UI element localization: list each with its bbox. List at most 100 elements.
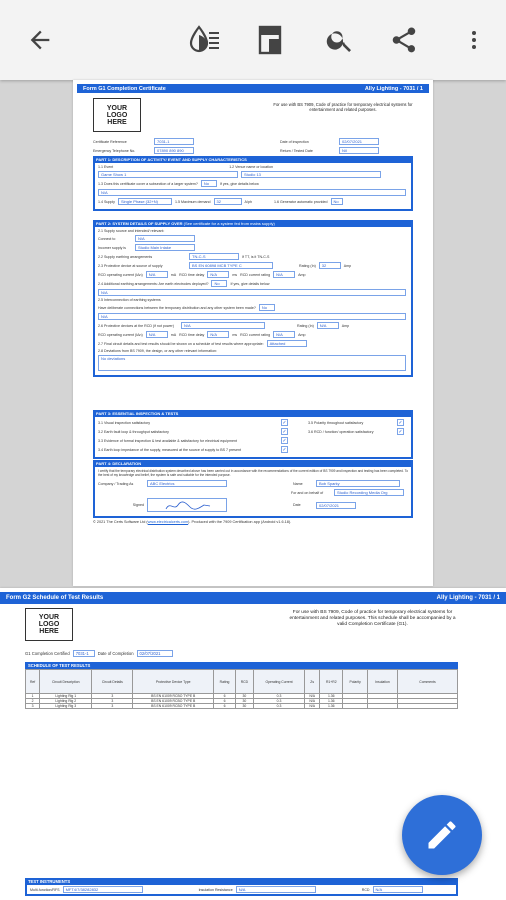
cell-polarity [342,703,368,709]
date-inspection-field[interactable]: 02/07/2021 [339,138,379,145]
test-3-5-checkbox[interactable]: ✓ [397,419,404,426]
logo-line-2: LOGO [106,111,128,119]
footer-link[interactable]: www.electricalcerts.com [148,520,189,524]
page-layout-button[interactable] [248,18,292,62]
results-field[interactable]: Attached [266,340,307,347]
connect-field[interactable]: N/A [135,235,195,242]
more-vert-icon [472,31,476,49]
instruments-section: TEST INSTRUMENTS Multi-function/RFS MFT4… [25,878,458,898]
event-field[interactable]: Game Show 1 [98,171,238,178]
cert-ref-field[interactable]: 7031-1 [154,138,194,145]
venue-field[interactable]: Studio 13 [241,171,381,178]
cell-rcd: 30 [235,703,254,709]
time-field[interactable]: N/A [207,271,230,278]
table-row[interactable]: 3 Lighting Rig 3 3 BS EN 61009 RCBO TYPE… [24,703,458,709]
part4-title: PART 4: DECLARATION [93,460,413,467]
emergency-label: Emergency Telephone No. [93,148,136,153]
signature-box[interactable] [147,498,227,513]
page1-footer: © 2021 The Certs Software Ltd (www.elect… [93,520,413,524]
rcd-field[interactable]: N/A [145,271,168,278]
rating-field[interactable]: 32 [318,262,341,269]
page1-header: Form G1 Completion Certificate Ally Ligh… [77,84,429,93]
supply-label: 1.4 Supply [98,199,115,204]
part2-title: PART 2: SYSTEM DETAILS OF SUPPLY OVER (S… [93,220,413,227]
subsection-field[interactable]: No [200,180,217,187]
cell-device: BS EN 61009 RCBO TYPE B [132,703,215,709]
share-button[interactable] [382,18,426,62]
arrow-back-icon [30,30,50,50]
generator-field[interactable]: No [330,198,343,205]
search-button[interactable] [318,18,362,62]
deviations-field[interactable]: No deviations [98,355,406,371]
theme-button[interactable] [182,18,226,62]
connect-label: Connect to [98,236,116,241]
additional-detail-field[interactable]: N/A [98,289,406,296]
more-options-button[interactable] [452,18,496,62]
schedule-table: Ref Circuit Description Circuit Details … [24,669,458,709]
intro-text: For use with BS 7909, Code of practice f… [273,102,413,113]
part1-section: PART 1: DESCRIPTION OF ACTIVITY/ EVENT A… [93,156,413,211]
devices-time-unit: ms [232,332,238,337]
rcd-rating-field[interactable]: N/A [273,271,296,278]
col-rcd: RCD [235,669,254,694]
additional-field[interactable]: No [211,280,228,287]
name-label: Name [293,481,303,486]
cell-operating: 0.3 [252,703,306,709]
edit-fab-button[interactable] [402,795,482,875]
protective-field[interactable]: BS EN 60898 MCB TYPE C [189,262,273,269]
test-3-6-checkbox[interactable]: ✓ [397,428,404,435]
instruments-title: TEST INSTRUMENTS [25,878,458,885]
supply-info-label: 2.1 Supply source and intended/ relevant… [98,229,165,233]
rcd-unit: mA [170,272,177,277]
page2-date-field[interactable]: 02/07/2021 [136,650,173,657]
interconnection-field[interactable]: No [258,304,275,311]
behalf-label: For and on behalf of [291,490,324,495]
test-3-3-label: 3.3 Evidence of formal inspection & test… [98,438,238,443]
cell-rating: 6 [213,703,237,709]
return-date-field[interactable]: Nil [339,147,379,154]
test-3-3-checkbox[interactable]: ✓ [281,437,288,444]
logo-line-3: HERE [107,118,127,126]
multi-field[interactable]: MFT4/7/38282832 [62,886,143,893]
devices-time-field[interactable]: N/A [207,331,230,338]
interconnection-detail-field[interactable]: N/A [98,313,406,320]
page2-cert-field[interactable]: 7031-1 [72,650,95,657]
schedule-form-title: Form G2 Schedule of Test Results [6,595,104,601]
instrument-rcd-field[interactable]: N/A [372,886,423,893]
emergency-field[interactable]: 07890 890 890 [154,147,194,154]
page2-logo-placeholder: YOUR LOGO HERE [25,608,73,641]
test-3-4-checkbox[interactable]: ✓ [281,446,288,453]
behalf-field[interactable]: Studio Recording Media Org [334,489,404,497]
max-demand-field[interactable]: 32 [213,198,242,205]
test-3-5-label: 3.5 Polarity throughout satisfactory [308,420,364,425]
test-3-1-checkbox[interactable]: ✓ [281,419,288,426]
additional-label: 2.4 Additional earthing arrangements: Ar… [98,281,209,286]
insulation-field[interactable]: N/A [235,886,316,893]
back-button[interactable] [18,18,62,62]
deviations-label: 2.8 Deviations from BS 7909, the design,… [98,349,218,353]
test-3-2-checkbox[interactable]: ✓ [281,428,288,435]
date2-field[interactable]: 02/07/2021 [316,501,356,509]
devices-label: 2.6 Protective devices at the RCD (if no… [98,323,174,328]
devices-rcd-field[interactable]: N/A [145,331,168,338]
signature-icon [165,501,211,510]
time-label: RCD time delay [179,272,205,277]
part3-title: PART 3: ESSENTIAL INSPECTION & TESTS [93,410,413,417]
name-field[interactable]: Bob Sparky [316,480,400,488]
devices-rcd-rating-field[interactable]: N/A [273,331,296,338]
cell-details: 3 [91,703,134,709]
interconnection-question: Have deliberate connections between the … [98,305,256,310]
company-field[interactable]: ABC Electrics [147,480,227,488]
cert-ref-label: Certificate Reference [93,139,127,144]
supply-field[interactable]: Single Phase (32+N) [117,198,172,205]
devices-rcd-label: RCD operating current (IΔn) [98,332,143,337]
max-demand-unit: A/ph [244,199,252,204]
devices-rating-label: Rating (In) [297,323,314,328]
test-3-2-label: 3.2 Earth fault loop & throughput satisf… [98,429,169,434]
devices-field[interactable]: N/A [181,322,265,329]
devices-rating-field[interactable]: N/A [316,322,339,329]
share-icon [392,27,416,53]
earthing-field[interactable]: TN-C-S [189,253,239,260]
incomer-field[interactable]: Studio Main Intake [135,244,195,251]
subsection-detail-field[interactable]: N/A [98,189,406,196]
